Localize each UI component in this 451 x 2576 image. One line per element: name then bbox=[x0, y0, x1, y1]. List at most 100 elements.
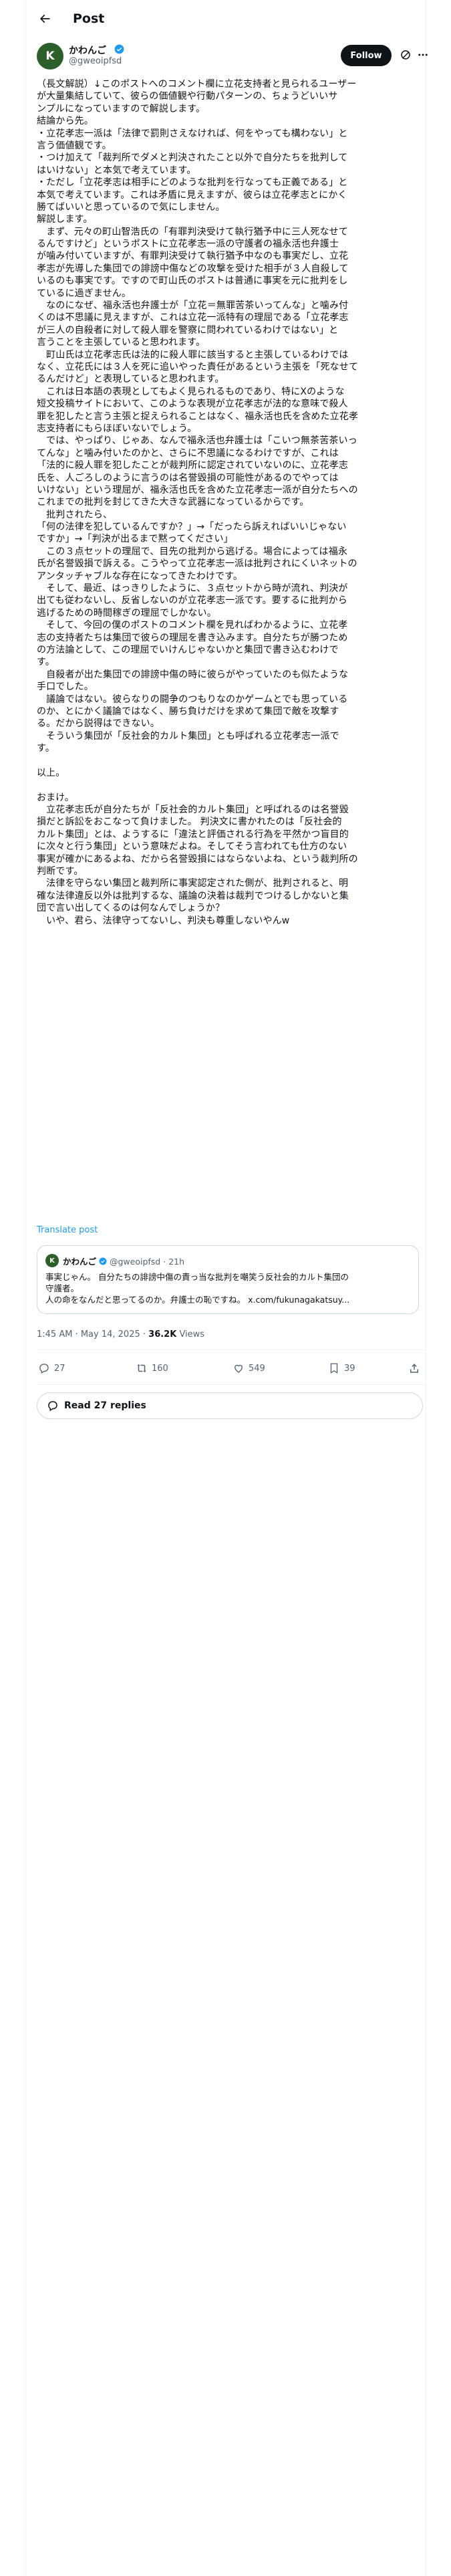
author-handle[interactable]: @gweoipfsd bbox=[69, 56, 122, 66]
views-label: Views bbox=[179, 1329, 205, 1339]
action-bar: 27 160 549 39 bbox=[37, 1356, 424, 1380]
post-text-line: そして、最近、はっきりしたように、３点セットから時が流れ、判決が bbox=[37, 583, 348, 595]
post-text-line: （長文解説）↓このポストへのコメント欄に立花支持者と見られるユーザー bbox=[37, 79, 357, 90]
post-author: K かわんご @gweoipfsd Follow bbox=[37, 41, 428, 72]
post-text-line: に次々と行う集団」という意味だよね。そしてそう言われても仕方のない bbox=[37, 841, 347, 853]
post-text-line: おまけ。 bbox=[37, 792, 74, 803]
post-text-line: が三人の自殺者に対して殺人罪を警察に問われているわけではない」と bbox=[37, 324, 339, 336]
post-text-line: そういう集団が「反社会的カルト集団」とも呼ばれる立花孝志一派で bbox=[37, 730, 339, 742]
post-text-line: はいけない」と本気で考えています。 bbox=[37, 165, 196, 176]
post-text-line: 罪を犯したと言う主張と捉えられることはなく、福永活也氏を含めた立花孝 bbox=[37, 411, 359, 422]
post-text-line: 判断です。 bbox=[37, 866, 84, 877]
post-text-line: 解説します。 bbox=[37, 214, 93, 225]
post-text-line: 逃げるための時間稼ぎの理屈でしかない。 bbox=[37, 607, 216, 619]
post-text-line: が噛み付いていますが、有罪判決受けて執行猶予中なのも事実だし、立花 bbox=[37, 251, 349, 262]
back-arrow-icon bbox=[39, 14, 50, 23]
avatar[interactable]: K bbox=[37, 43, 63, 70]
share-icon bbox=[410, 1364, 418, 1373]
post-text-line: 確な法律違反以外は批判するな、議論の決着は裁判でつけるしかないと集 bbox=[37, 890, 349, 901]
quoted-text-line: 事実じゃん。 自分たちの誹謗中傷の責っ当な批判を嘲笑う反社会的カルト集団の bbox=[45, 1272, 349, 1282]
quoted-text: 事実じゃん。 自分たちの誹謗中傷の責っ当な批判を嘲笑う反社会的カルト集団の 守護者… bbox=[45, 1271, 412, 1305]
post-text-line: 損だと訴訟をおこなって負けました。 判決文に書かれたのは「反社会的 bbox=[37, 817, 342, 828]
post-text-line: 志の支持者たちは集団で彼らの理屈を書き込みます。自分たちが勝つため bbox=[37, 632, 348, 643]
post-text-line: いや、君ら、法律守ってないし、判決も尊重しないやんw bbox=[37, 915, 290, 926]
reply-count: 27 bbox=[54, 1363, 65, 1374]
post-text-line: ・立花孝志一派は「法律で罰則さえなければ、何をやっても構わない」と bbox=[37, 128, 348, 139]
post-text-line: 手口でした。 bbox=[37, 681, 94, 693]
read-replies-label: Read 27 replies bbox=[64, 1400, 146, 1411]
post-text-line: 志支持者にもらほぼいないでしょう。 bbox=[37, 423, 197, 434]
post-text-line: ているに過ぎません。 bbox=[37, 288, 132, 299]
post-text-line: 氏を、人ごろしのように言うのは名誉毀損の可能性があるのでやっては bbox=[37, 472, 339, 484]
share-button[interactable] bbox=[408, 1356, 420, 1380]
post-text-line: 「法的に殺人罪を犯したことが裁判所に認定されていないのに、立花孝志 bbox=[37, 460, 349, 471]
post-text-line: アンタッチャブルな存在になってきたわけです。 bbox=[37, 570, 243, 582]
bookmark-count: 39 bbox=[344, 1363, 355, 1374]
post-date[interactable]: May 14, 2025 bbox=[81, 1329, 140, 1339]
post-text-line: では、やっぱり、じゃあ、なんで福永活也弁護士は「こいつ無茶苦茶いっ bbox=[37, 435, 357, 447]
post-text-line: 自殺者が出た集団での誹謗中傷の時に彼らがやっていたのも似たような bbox=[37, 669, 349, 680]
post-text-line: のか、とにかく議論ではなく、勝ち負けだけを求めて集団で敵を攻撃す bbox=[37, 706, 339, 717]
read-replies-button[interactable]: Read 27 replies bbox=[37, 1392, 423, 1419]
quoted-avatar: K bbox=[45, 1254, 59, 1267]
post-text-line: が大量集結していて、彼らの価値観や行動パターンの、ちょうどいいサ bbox=[37, 91, 338, 102]
back-button[interactable] bbox=[31, 5, 58, 32]
post-text-line: 勝てばいいと思っているので気にしません。 bbox=[37, 201, 225, 213]
post-text-line: 言う価値観です。 bbox=[37, 140, 112, 151]
post-header: Post bbox=[26, 0, 426, 37]
bookmark-button[interactable]: 39 bbox=[328, 1356, 355, 1380]
quoted-author-handle: @gweoipfsd bbox=[109, 1257, 161, 1267]
post-text-line: 孝志が先導した集団での誹謗中傷などの攻撃を受けた相手が３人自殺して bbox=[37, 263, 349, 274]
bookmark-icon bbox=[330, 1363, 338, 1374]
translate-post-link[interactable]: Translate post bbox=[37, 1225, 98, 1235]
post-text-line: 立花孝志氏が自分たちが「反社会的カルト集団」と呼ばれるのは名誉毀 bbox=[37, 804, 349, 816]
heart-icon bbox=[235, 1364, 243, 1373]
post-text-line: この３点セットの理屈で、目先の批判から逃げる。場合によっては福永 bbox=[37, 546, 347, 557]
post-text-line: るんだけど」と表現していると思われます。 bbox=[37, 374, 224, 385]
post-text-line: カルト集団」とは、ようするに「違法と評価される行為を平然かつ盲目的 bbox=[37, 829, 349, 840]
post-text-line: なのになぜ、福永活也弁護士が「立花＝無罪苦茶いってんな」と噛み付 bbox=[37, 300, 349, 312]
post-text-line: 氏が名誉毀損で訴える。こうやって立花孝志一派は批判されにくいネットの bbox=[37, 558, 357, 570]
post-text-line: る。だから説得はできない。 bbox=[37, 718, 160, 730]
post-time[interactable]: 1:45 AM bbox=[37, 1329, 72, 1339]
post-text-line: くのは不思議に見えますが、これは立花一派特有の理屈である「立花孝志 bbox=[37, 312, 349, 324]
post-text-line: 議論ではない。彼らなりの闘争のつもりなのかゲームとでも思っている bbox=[37, 693, 348, 705]
quoted-text-line: 守護者。 bbox=[45, 1283, 80, 1293]
quoted-author-name: かわんご bbox=[63, 1257, 97, 1267]
repost-icon bbox=[137, 1364, 146, 1372]
post-text-line: 町山氏は立花孝志氏は法的に殺人罪に該当すると主張しているわけでは bbox=[37, 349, 349, 360]
more-options-icon[interactable] bbox=[416, 49, 430, 61]
reply-button[interactable]: 27 bbox=[38, 1356, 65, 1380]
post-text-line: 本気で考えています。これは矛盾に見えますが、彼らは立花孝志とにかく bbox=[37, 189, 347, 201]
author-name[interactable]: かわんご bbox=[69, 43, 106, 57]
post-text-line: す。 bbox=[37, 743, 55, 754]
post-text-line: るんですけど」というポストに立花孝志一派の守護者の福永活也弁護士 bbox=[37, 239, 339, 250]
post-text-line: ンプルになっていますので解説します。 bbox=[37, 103, 206, 114]
post-text: （長文解説）↓このポストへのコメント欄に立花支持者と見られるユーザー が大量集結し… bbox=[37, 78, 423, 927]
post-text-line: そして、今回の僕のポストのコメント欄を見ればわかるように、立花孝 bbox=[37, 620, 348, 631]
quoted-time: 21h bbox=[168, 1257, 185, 1267]
quoted-text-line: 人の命をなんだと思ってるのか。弁護士の恥ですね。 x.com/fukunagak… bbox=[45, 1295, 350, 1305]
repost-button[interactable]: 160 bbox=[136, 1356, 168, 1380]
like-button[interactable]: 549 bbox=[233, 1356, 265, 1380]
post-text-line: ・ただし「立花孝志は相手にどのような批判を行なっても正義である」と bbox=[37, 177, 348, 189]
reply-icon bbox=[39, 1364, 49, 1374]
like-count: 549 bbox=[249, 1363, 265, 1374]
post-text-line: てんな」と噛み付いたのかと、さらに不思議になるわけですが、これは bbox=[37, 447, 339, 459]
quoted-post[interactable]: K かわんご @gweoipfsd · 21h 事実じゃん。 自分たちの誹謗中傷… bbox=[37, 1245, 419, 1314]
repost-count: 160 bbox=[152, 1363, 168, 1374]
post-text-line: 法律を守らない集団と裁判所に事実認定された側が、批判されると、明 bbox=[37, 878, 349, 889]
post-text-line: これは日本語の表現としてもよく見られるものであり、特にXのような bbox=[37, 386, 345, 397]
follow-button[interactable]: Follow bbox=[341, 45, 392, 66]
post-text-line: 「何の法律を犯しているんですか？」→「だったら訴えればいいじゃない bbox=[37, 522, 347, 533]
post-text-line: 出ても従わないし、反省しないのが立花孝志一派です。要するに批判から bbox=[37, 595, 347, 607]
post-text-line: これまでの批判を封じてきた大きな武器になっているからです。 bbox=[37, 497, 309, 508]
post-text-line: いるのも事実です。ですので町山氏のポストは普通に事実を元に批判をし bbox=[37, 276, 348, 287]
quoted-meta: かわんご @gweoipfsd · 21h bbox=[63, 1257, 185, 1267]
grok-icon[interactable] bbox=[400, 49, 412, 61]
verified-badge-icon bbox=[99, 1257, 107, 1265]
post-text-line: なく、立花氏には３人を死に追いやった責任があるという主張を「死なせて bbox=[37, 361, 359, 372]
views-count: 36.2K bbox=[148, 1329, 177, 1339]
